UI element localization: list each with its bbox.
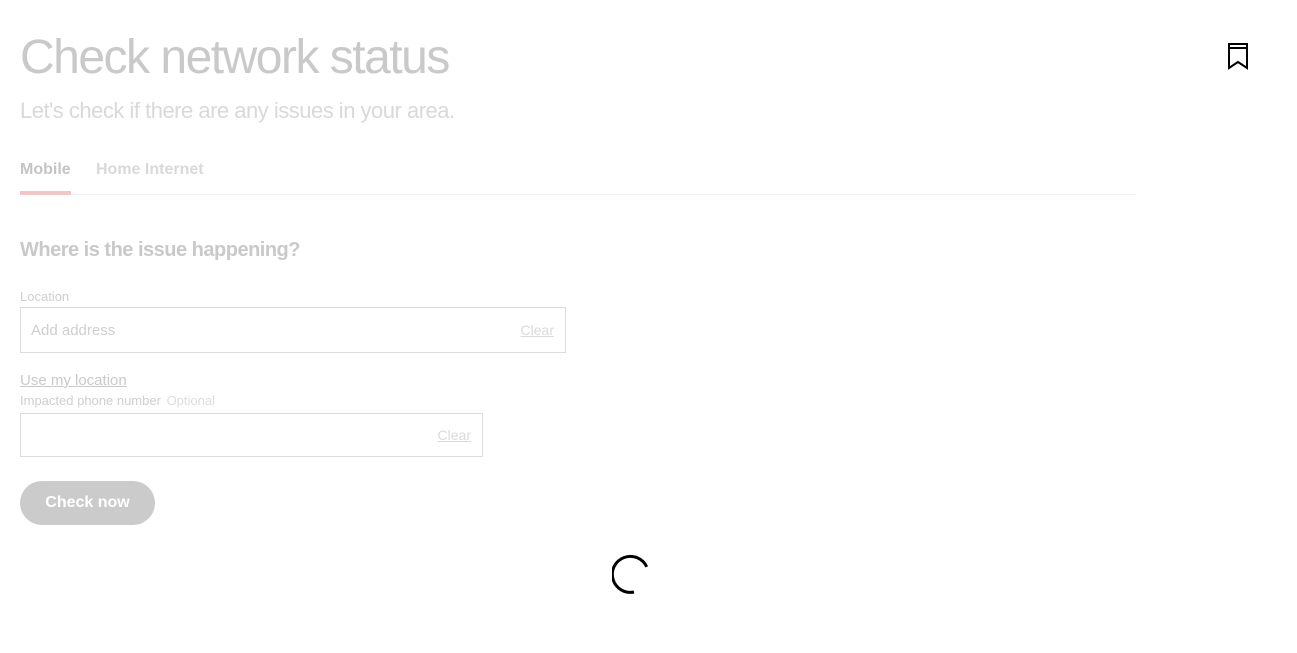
bookmark-icon	[1228, 43, 1248, 70]
network-status-page: Check network status Let's check if ther…	[0, 0, 1297, 653]
optional-tag: Optional	[166, 393, 215, 408]
phone-clear-link[interactable]: Clear	[438, 427, 471, 443]
page-subtitle: Let's check if there are any issues in y…	[20, 98, 455, 123]
check-now-button[interactable]: Check now	[20, 481, 155, 525]
phone-label-text: Impacted phone number	[20, 393, 161, 408]
use-my-location-link[interactable]: Use my location	[20, 372, 127, 389]
section-heading: Where is the issue happening?	[20, 239, 301, 261]
location-clear-link[interactable]: Clear	[521, 322, 554, 338]
bookmark-button[interactable]	[1226, 42, 1250, 70]
location-field: Clear	[20, 307, 566, 353]
phone-field: Clear	[20, 413, 483, 457]
loading-spinner-icon	[610, 554, 649, 594]
location-input[interactable]	[31, 308, 467, 352]
page-title: Check network status	[20, 31, 450, 84]
phone-label: Impacted phone number Optional	[20, 393, 215, 408]
phone-input[interactable]	[31, 414, 400, 456]
tab-bar: Mobile Home Internet	[20, 158, 1136, 195]
tab-mobile[interactable]: Mobile	[20, 161, 71, 195]
tab-home-internet[interactable]: Home Internet	[96, 161, 204, 179]
loading-spinner	[610, 552, 656, 596]
location-label: Location	[20, 289, 70, 304]
